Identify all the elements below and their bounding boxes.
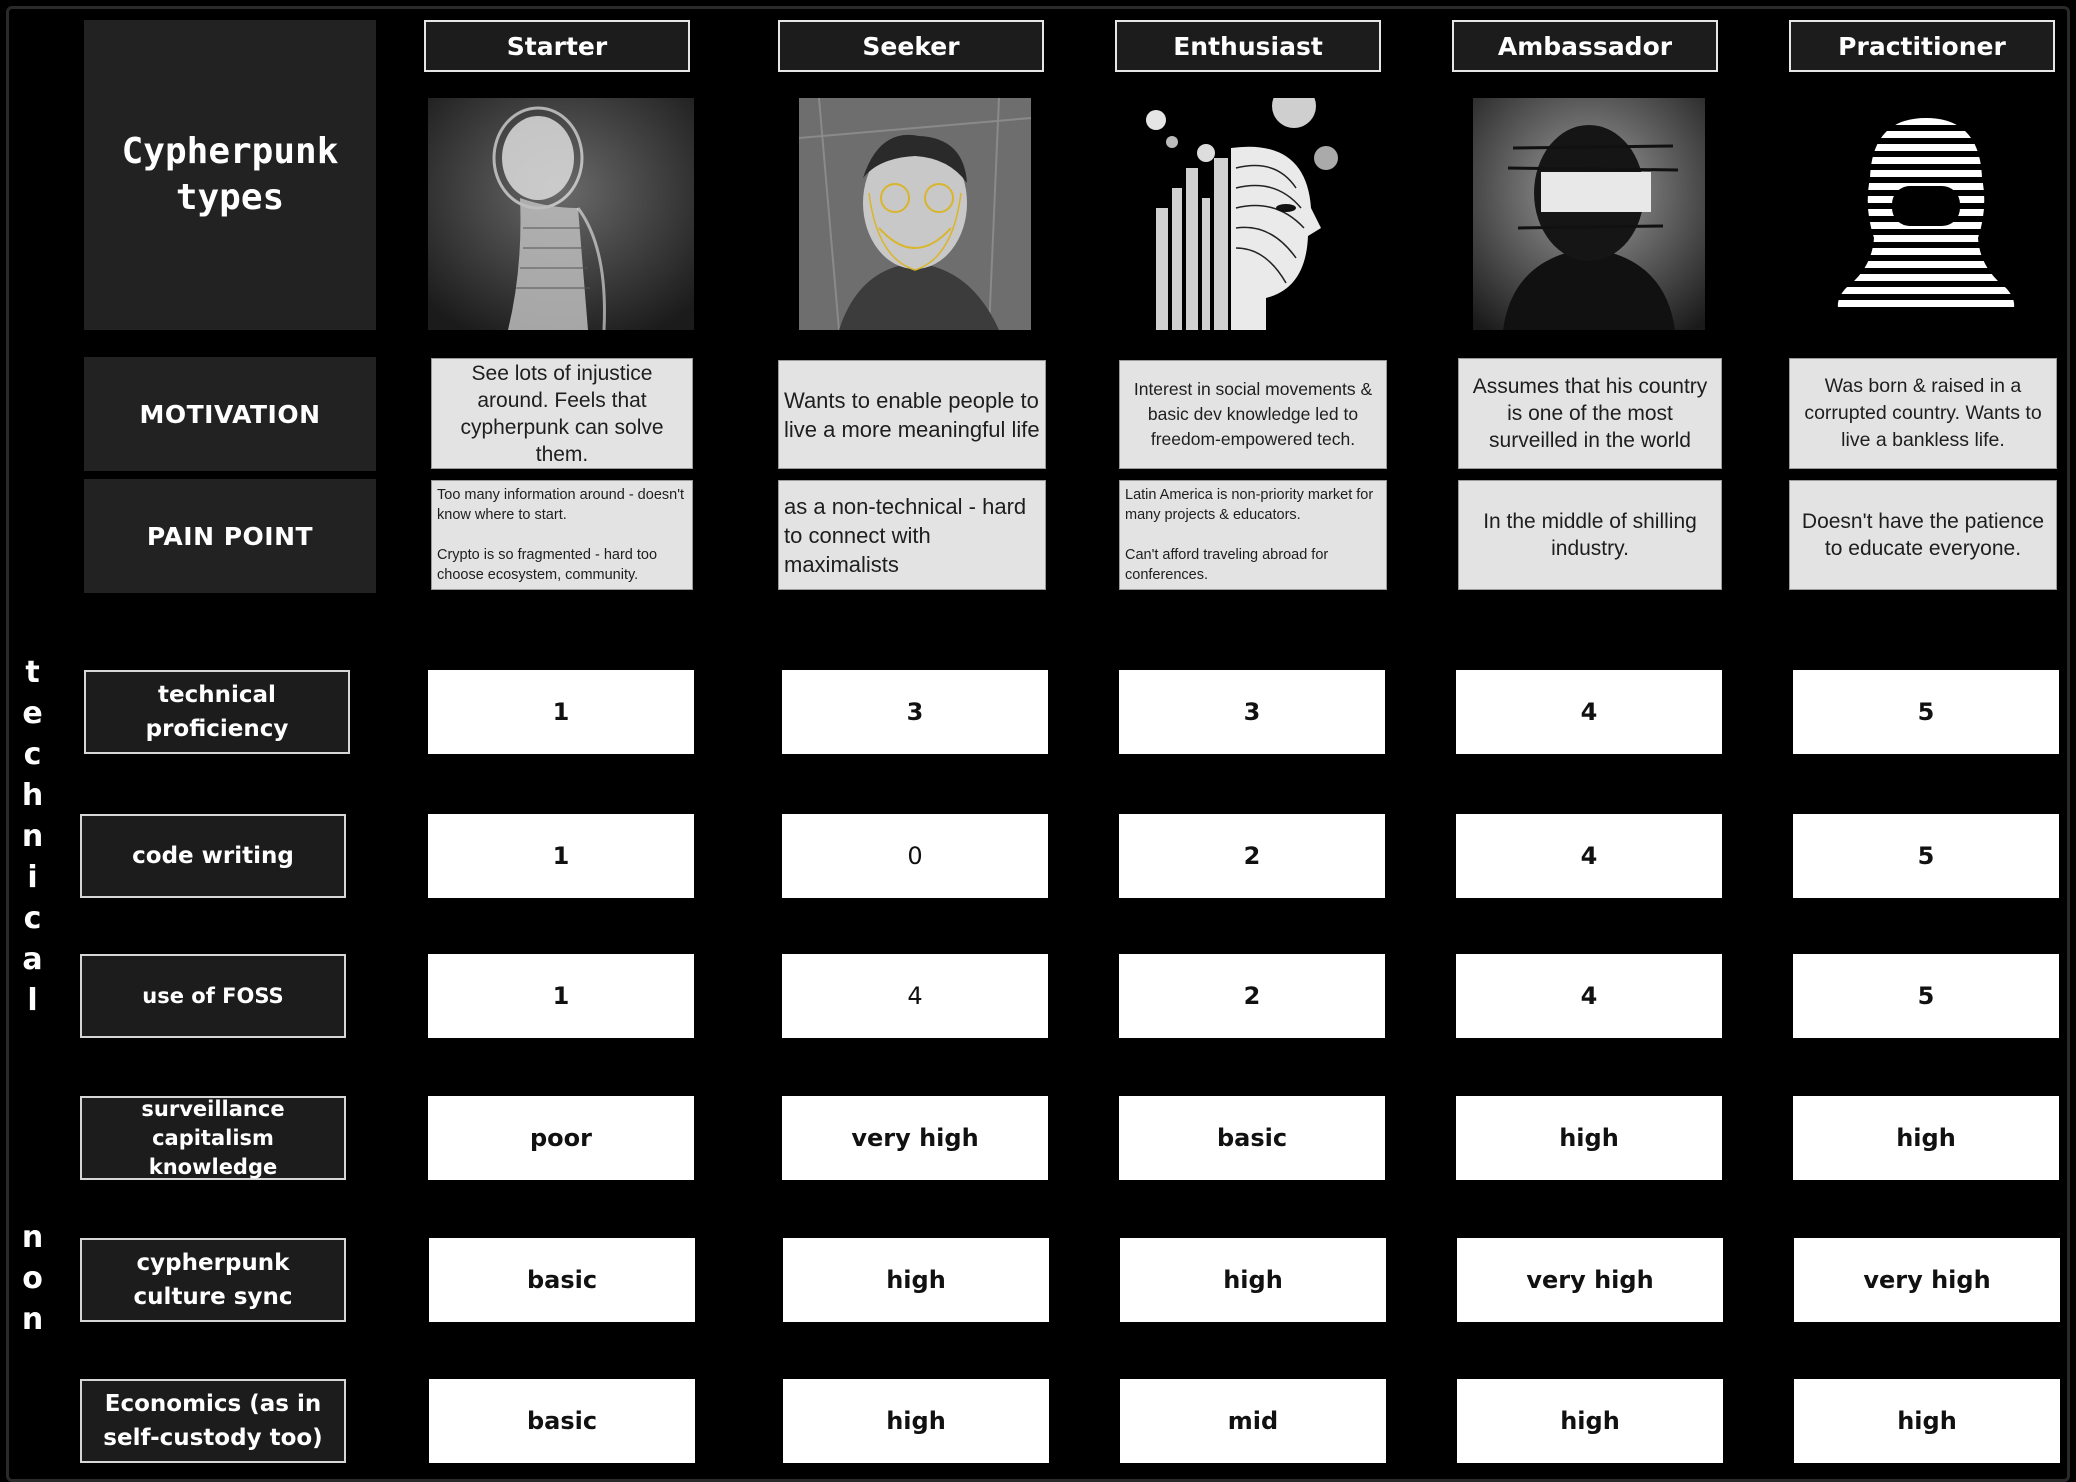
- non-group-label: non: [15, 1220, 50, 1343]
- motivation-note-practitioner: Was born & raised in a corrupted country…: [1789, 358, 2057, 469]
- cell-culture-sync-starter: basic: [429, 1238, 695, 1322]
- cell-surveillance-knowledge-ambassador: high: [1456, 1096, 1722, 1180]
- cell-economics-seeker: high: [783, 1379, 1049, 1463]
- motivation-label: MOTIVATION: [84, 357, 376, 471]
- row-label-use-of-foss: use of FOSS: [80, 954, 346, 1038]
- technical-group-label: technical: [15, 655, 50, 1024]
- cell-technical-proficiency-starter: 1: [428, 670, 694, 754]
- cell-surveillance-knowledge-practitioner: high: [1793, 1096, 2059, 1180]
- page-title: Cypherpunk types: [84, 20, 376, 330]
- column-header-starter: Starter: [424, 20, 690, 72]
- cell-technical-proficiency-enthusiast: 3: [1119, 670, 1385, 754]
- pain-point-note-practitioner: Doesn't have the patience to educate eve…: [1789, 480, 2057, 590]
- column-header-practitioner: Practitioner: [1789, 20, 2055, 72]
- cell-use-of-foss-starter: 1: [428, 954, 694, 1038]
- row-label-technical-proficiency: technical proficiency: [84, 670, 350, 754]
- column-header-ambassador: Ambassador: [1452, 20, 1718, 72]
- cell-use-of-foss-practitioner: 5: [1793, 954, 2059, 1038]
- pain-point-label: PAIN POINT: [84, 479, 376, 593]
- technical-group-text: technical: [15, 655, 50, 1024]
- cell-use-of-foss-seeker: 4: [782, 954, 1048, 1038]
- cell-culture-sync-practitioner: very high: [1794, 1238, 2060, 1322]
- cell-surveillance-knowledge-starter: poor: [428, 1096, 694, 1180]
- cell-use-of-foss-enthusiast: 2: [1119, 954, 1385, 1038]
- pain-point-note-enthusiast: Latin America is non-priority market for…: [1119, 480, 1387, 590]
- cell-economics-starter: basic: [429, 1379, 695, 1463]
- cell-code-writing-ambassador: 4: [1456, 814, 1722, 898]
- cell-technical-proficiency-ambassador: 4: [1456, 670, 1722, 754]
- cell-code-writing-seeker: 0: [782, 814, 1048, 898]
- cell-economics-enthusiast: mid: [1120, 1379, 1386, 1463]
- striped-balaclava-portrait: [1810, 98, 2042, 330]
- censored-face-portrait: [1473, 98, 1705, 330]
- cell-economics-ambassador: high: [1457, 1379, 1723, 1463]
- cell-technical-proficiency-seeker: 3: [782, 670, 1048, 754]
- face-mesh-portrait: [799, 98, 1031, 330]
- pain-point-note-starter: Too many information around - doesn't kn…: [431, 480, 693, 590]
- row-label-economics: Economics (as in self-custody too): [80, 1379, 346, 1463]
- row-label-surveillance-capitalism-knowledge: surveillance capitalism knowledge: [80, 1096, 346, 1180]
- column-header-seeker: Seeker: [778, 20, 1044, 72]
- cell-culture-sync-ambassador: very high: [1457, 1238, 1723, 1322]
- cell-code-writing-practitioner: 5: [1793, 814, 2059, 898]
- cell-surveillance-knowledge-seeker: very high: [782, 1096, 1048, 1180]
- motivation-note-enthusiast: Interest in social movements & basic dev…: [1119, 360, 1387, 469]
- cell-economics-practitioner: high: [1794, 1379, 2060, 1463]
- cell-surveillance-knowledge-enthusiast: basic: [1119, 1096, 1385, 1180]
- ghost-figure-portrait: [428, 98, 694, 330]
- non-group-text: non: [15, 1220, 50, 1343]
- pain-point-note-ambassador: In the middle of shilling industry.: [1458, 480, 1722, 590]
- cell-culture-sync-seeker: high: [783, 1238, 1049, 1322]
- cell-culture-sync-enthusiast: high: [1120, 1238, 1386, 1322]
- pain-point-note-seeker: as a non-technical - hard to connect wit…: [778, 480, 1046, 590]
- cell-technical-proficiency-practitioner: 5: [1793, 670, 2059, 754]
- cell-code-writing-starter: 1: [428, 814, 694, 898]
- abstract-head-collage: [1136, 98, 1350, 330]
- cell-use-of-foss-ambassador: 4: [1456, 954, 1722, 1038]
- motivation-note-seeker: Wants to enable people to live a more me…: [778, 360, 1046, 469]
- row-label-cypherpunk-culture-sync: cypherpunk culture sync: [80, 1238, 346, 1322]
- column-header-enthusiast: Enthusiast: [1115, 20, 1381, 72]
- row-label-code-writing: code writing: [80, 814, 346, 898]
- motivation-note-ambassador: Assumes that his country is one of the m…: [1458, 358, 1722, 469]
- motivation-note-starter: See lots of injustice around. Feels that…: [431, 358, 693, 469]
- cell-code-writing-enthusiast: 2: [1119, 814, 1385, 898]
